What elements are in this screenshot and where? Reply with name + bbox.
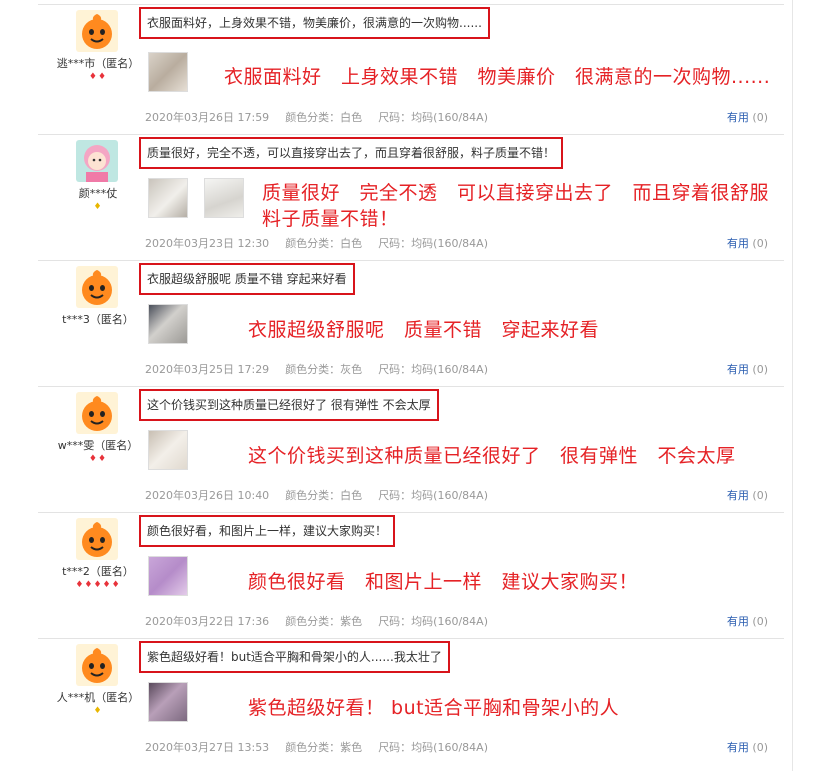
orange-mascot-avatar-icon[interactable] — [76, 518, 118, 560]
review-photo-thumbnail[interactable] — [148, 304, 188, 344]
review-date: 2020年03月26日 17:59 — [145, 111, 270, 124]
review-meta: 2020年03月25日 17:29 颜色分类：灰色 尺码：均码(160/84A) — [145, 361, 504, 377]
review-date: 2020年03月25日 17:29 — [145, 363, 270, 376]
review-item: 逃***市（匿名） ♦♦ 衣服面料好，上身效果不错，物美廉价，很满意的一次购物.… — [38, 4, 784, 131]
review-highlight-line: 衣服面料好 上身效果不错 物美廉价 很满意的一次购物...... — [224, 66, 771, 88]
review-item: w***雯（匿名） ♦♦ 这个价钱买到这种质量已经很好了 很有弹性 不会太厚 这… — [38, 386, 784, 513]
review-color: 颜色分类：紫色 — [285, 615, 363, 628]
review-comment: 衣服面料好，上身效果不错，物美廉价，很满意的一次购物...... — [139, 7, 490, 39]
review-highlight-line: 颜色很好看 和图片上一样 建议大家购买！ — [248, 571, 639, 593]
helpful-button[interactable]: 有用 (0) — [727, 613, 768, 629]
review-date: 2020年03月22日 17:36 — [145, 615, 270, 628]
helpful-count: (0) — [752, 363, 768, 376]
helpful-label[interactable]: 有用 — [727, 363, 749, 376]
helpful-count: (0) — [752, 237, 768, 250]
review-photo-thumbnail[interactable] — [148, 556, 188, 596]
review-photo-thumbnail[interactable] — [148, 52, 188, 92]
helpful-label[interactable]: 有用 — [727, 741, 749, 754]
review-size: 尺码：均码(160/84A) — [378, 615, 488, 628]
reviewer-level-badge: ♦ — [93, 202, 103, 212]
review-item: 人***机（匿名） ♦ 紫色超级好看！but适合平胸和骨架小的人......我太… — [38, 638, 784, 765]
helpful-button[interactable]: 有用 (0) — [727, 109, 768, 125]
orange-mascot-avatar-icon[interactable] — [76, 10, 118, 52]
review-date: 2020年03月23日 12:30 — [145, 237, 270, 250]
reviewer-level-badge: ♦ — [93, 706, 103, 716]
reviewer-name: w***雯（匿名） — [57, 439, 139, 452]
review-highlight-text: 衣服超级舒服呢 质量不错 穿起来好看 — [248, 317, 599, 343]
reviewer-name: 逃***市（匿名） — [56, 57, 140, 70]
review-item: 颜***仗 ♦ 质量很好，完全不透，可以直接穿出去了，而且穿着很舒服，料子质量不… — [38, 134, 784, 261]
review-color: 颜色分类：灰色 — [285, 363, 363, 376]
review-highlight-line: 紫色超级好看！ but适合平胸和骨架小的人 — [248, 697, 620, 719]
review-color: 颜色分类：白色 — [285, 111, 363, 124]
reviewer-name: t***3（匿名） — [62, 313, 134, 326]
review-photo-thumbnail[interactable] — [148, 178, 188, 218]
review-photo-thumbnail[interactable] — [148, 430, 188, 470]
review-item: t***2（匿名） ♦♦♦♦♦ 颜色很好看，和图片上一样，建议大家购买！ 颜色很… — [38, 512, 784, 639]
review-meta: 2020年03月27日 13:53 颜色分类：紫色 尺码：均码(160/84A) — [145, 739, 504, 755]
review-highlight-text: 颜色很好看 和图片上一样 建议大家购买！ — [248, 569, 638, 595]
review-meta: 2020年03月23日 12:30 颜色分类：白色 尺码：均码(160/84A) — [145, 235, 504, 251]
helpful-button[interactable]: 有用 (0) — [727, 235, 768, 251]
review-highlight-text: 这个价钱买到这种质量已经很好了 很有弹性 不会太厚 — [248, 443, 736, 469]
orange-mascot-avatar-icon[interactable] — [76, 644, 118, 686]
review-color: 颜色分类：白色 — [285, 489, 363, 502]
helpful-count: (0) — [752, 615, 768, 628]
review-meta: 2020年03月26日 17:59 颜色分类：白色 尺码：均码(160/84A) — [145, 109, 504, 125]
reviewer-level-badge: ♦♦ — [88, 72, 108, 82]
reviewer-name: 人***机（匿名） — [56, 691, 140, 704]
review-size: 尺码：均码(160/84A) — [378, 489, 488, 502]
review-photo-thumbnail[interactable] — [148, 682, 188, 722]
scroll-divider — [792, 0, 793, 771]
cartoon-girl-avatar-icon[interactable] — [76, 140, 118, 182]
review-highlight-text: 质量很好 完全不透 可以直接穿出去了 而且穿着很舒服 料子质量不错！ — [262, 180, 769, 232]
review-highlight-line: 衣服超级舒服呢 质量不错 穿起来好看 — [248, 319, 600, 341]
reviewer-name: 颜***仗 — [78, 187, 118, 200]
review-highlight-line: 这个价钱买到这种质量已经很好了 很有弹性 不会太厚 — [248, 445, 736, 467]
helpful-label[interactable]: 有用 — [727, 111, 749, 124]
review-highlight-line: 质量很好 完全不透 可以直接穿出去了 而且穿着很舒服 — [262, 182, 770, 204]
review-comment: 紫色超级好看！but适合平胸和骨架小的人......我太壮了 — [139, 641, 450, 673]
reviewer-level-badge: ♦♦ — [88, 454, 108, 464]
review-size: 尺码：均码(160/84A) — [378, 237, 488, 250]
reviewer-level-badge: ♦♦♦♦♦ — [75, 580, 121, 590]
review-highlight-text: 紫色超级好看！ but适合平胸和骨架小的人 — [248, 695, 619, 721]
review-comment: 质量很好，完全不透，可以直接穿出去了，而且穿着很舒服，料子质量不错！ — [139, 137, 564, 169]
review-list: 逃***市（匿名） ♦♦ 衣服面料好，上身效果不错，物美廉价，很满意的一次购物.… — [0, 0, 837, 771]
orange-mascot-avatar-icon[interactable] — [76, 392, 118, 434]
review-size: 尺码：均码(160/84A) — [378, 363, 488, 376]
review-comment: 衣服超级舒服呢 质量不错 穿起来好看 — [139, 263, 355, 295]
orange-mascot-avatar-icon[interactable] — [76, 266, 118, 308]
review-photo-thumbnail[interactable] — [204, 178, 244, 218]
review-color: 颜色分类：白色 — [285, 237, 363, 250]
helpful-count: (0) — [752, 111, 768, 124]
helpful-count: (0) — [752, 489, 768, 502]
helpful-label[interactable]: 有用 — [727, 237, 749, 250]
review-size: 尺码：均码(160/84A) — [378, 741, 488, 754]
review-comment: 颜色很好看，和图片上一样，建议大家购买！ — [139, 515, 396, 547]
reviewer-name: t***2（匿名） — [62, 565, 134, 578]
review-size: 尺码：均码(160/84A) — [378, 111, 488, 124]
review-date: 2020年03月27日 13:53 — [145, 741, 270, 754]
review-highlight-text: 衣服面料好 上身效果不错 物美廉价 很满意的一次购物...... — [224, 64, 770, 90]
helpful-label[interactable]: 有用 — [727, 489, 749, 502]
review-date: 2020年03月26日 10:40 — [145, 489, 270, 502]
review-item: t***3（匿名） 衣服超级舒服呢 质量不错 穿起来好看 衣服超级舒服呢 质量不… — [38, 260, 784, 387]
helpful-count: (0) — [752, 741, 768, 754]
review-meta: 2020年03月22日 17:36 颜色分类：紫色 尺码：均码(160/84A) — [145, 613, 504, 629]
helpful-label[interactable]: 有用 — [727, 615, 749, 628]
review-meta: 2020年03月26日 10:40 颜色分类：白色 尺码：均码(160/84A) — [145, 487, 504, 503]
review-color: 颜色分类：紫色 — [285, 741, 363, 754]
helpful-button[interactable]: 有用 (0) — [727, 487, 768, 503]
review-comment: 这个价钱买到这种质量已经很好了 很有弹性 不会太厚 — [139, 389, 439, 421]
helpful-button[interactable]: 有用 (0) — [727, 361, 768, 377]
review-highlight-line: 料子质量不错！ — [262, 208, 399, 230]
helpful-button[interactable]: 有用 (0) — [727, 739, 768, 755]
